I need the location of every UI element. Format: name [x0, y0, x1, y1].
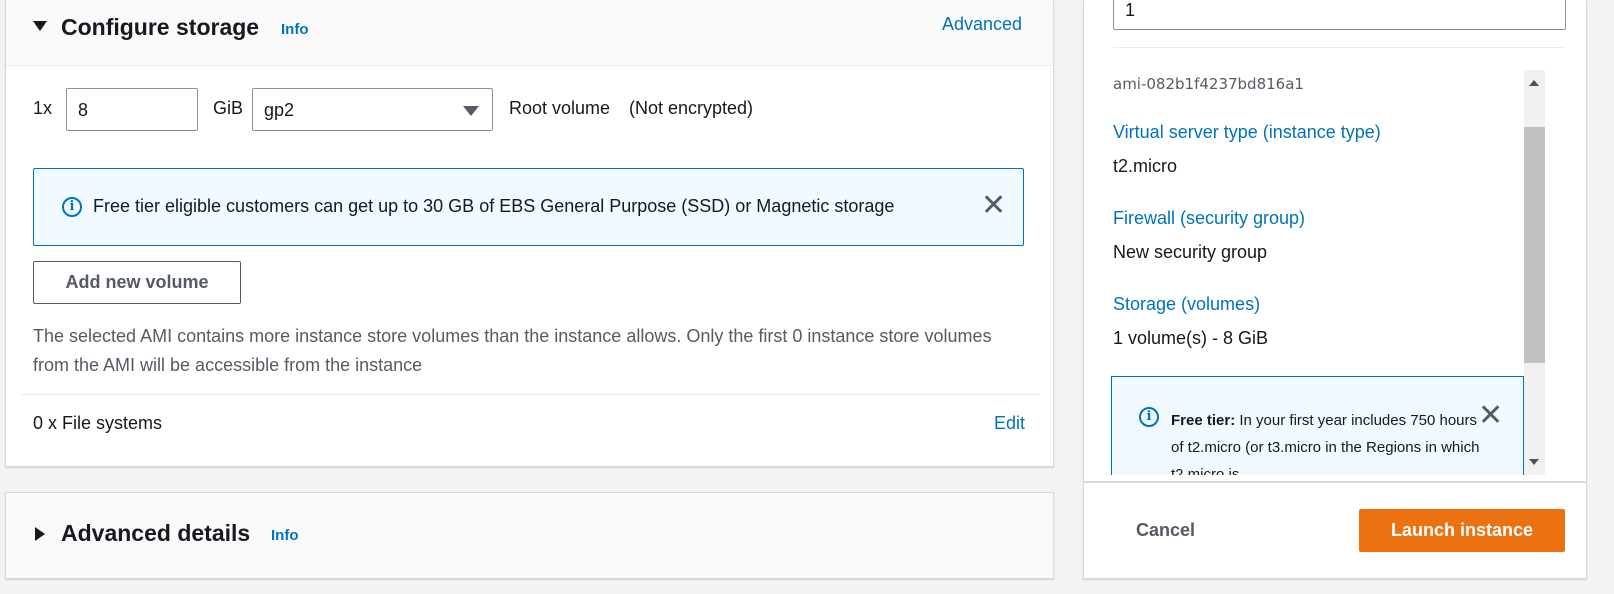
file-systems-label: 0 x File systems: [33, 413, 163, 433]
advanced-details-title: Advanced details: [61, 520, 251, 546]
encryption-status: (Not encrypted): [629, 98, 754, 118]
cancel-button[interactable]: Cancel: [1136, 520, 1195, 541]
free-tier-text: Free tier: In your first year includes 7…: [1171, 407, 1481, 475]
instance-store-note: The selected AMI contains more instance …: [33, 326, 992, 375]
divider: [1113, 47, 1566, 48]
edit-file-systems-link[interactable]: Edit: [994, 413, 1025, 434]
divider: [20, 394, 1040, 395]
firewall-link[interactable]: Firewall (security group): [1113, 208, 1305, 229]
info-icon: i: [62, 197, 82, 217]
volume-count-label: 1x: [33, 98, 53, 118]
unit-label: GiB: [213, 98, 244, 118]
caret-down-icon[interactable]: [33, 21, 47, 31]
firewall-value: New security group: [1113, 242, 1268, 262]
free-tier-alert: i Free tier eligible customers can get u…: [33, 168, 1024, 246]
info-link[interactable]: Info: [281, 21, 309, 38]
advanced-info-link[interactable]: Info: [271, 527, 299, 544]
close-icon[interactable]: ✕: [981, 191, 1006, 221]
free-tier-info-box: i Free tier: In your first year includes…: [1111, 376, 1524, 475]
instance-type-value: t2.micro: [1113, 156, 1178, 176]
ami-id: ami-082b1f4237bd816a1: [1113, 75, 1304, 93]
volume-type-value: gp2: [264, 100, 295, 120]
info-icon: i: [1139, 407, 1159, 427]
section-title: Configure storage: [61, 14, 260, 40]
summary-footer: Cancel Launch instance: [1083, 482, 1587, 579]
scroll-up-icon[interactable]: [1529, 80, 1539, 86]
configure-storage-header[interactable]: Configure storage Info Advanced: [6, 0, 1053, 66]
number-of-instances-input[interactable]: 1: [1113, 0, 1566, 30]
alert-text: Free tier eligible customers can get up …: [93, 196, 895, 216]
scroll-down-icon[interactable]: [1529, 459, 1539, 465]
volume-size-value: 8: [78, 100, 89, 120]
scrollbar-thumb[interactable]: [1524, 127, 1545, 363]
free-tier-heading: Free tier:: [1171, 412, 1236, 429]
volume-type-select[interactable]: gp2: [252, 88, 493, 131]
close-icon[interactable]: ✕: [1478, 401, 1503, 431]
number-of-instances-value: 1: [1125, 0, 1136, 20]
summary-panel: 1 ami-082b1f4237bd816a1 Virtual server t…: [1083, 0, 1587, 482]
storage-value: 1 volume(s) - 8 GiB: [1113, 328, 1269, 348]
launch-instance-button[interactable]: Launch instance: [1359, 509, 1565, 552]
root-volume-label: Root volume: [509, 98, 611, 118]
storage-link[interactable]: Storage (volumes): [1113, 294, 1260, 315]
add-new-volume-label: Add new volume: [65, 272, 209, 292]
volume-size-input[interactable]: 8: [66, 88, 198, 131]
caret-right-icon[interactable]: [35, 527, 45, 541]
configure-storage-card: Configure storage Info Advanced 1x 8 GiB…: [5, 0, 1054, 467]
instance-type-link[interactable]: Virtual server type (instance type): [1113, 122, 1381, 143]
advanced-details-card[interactable]: Advanced details Info: [5, 492, 1054, 579]
add-new-volume-button[interactable]: Add new volume: [33, 261, 241, 304]
advanced-link[interactable]: Advanced: [942, 14, 1022, 35]
scrollbar[interactable]: [1524, 70, 1545, 475]
dropdown-caret-icon: [463, 106, 479, 116]
